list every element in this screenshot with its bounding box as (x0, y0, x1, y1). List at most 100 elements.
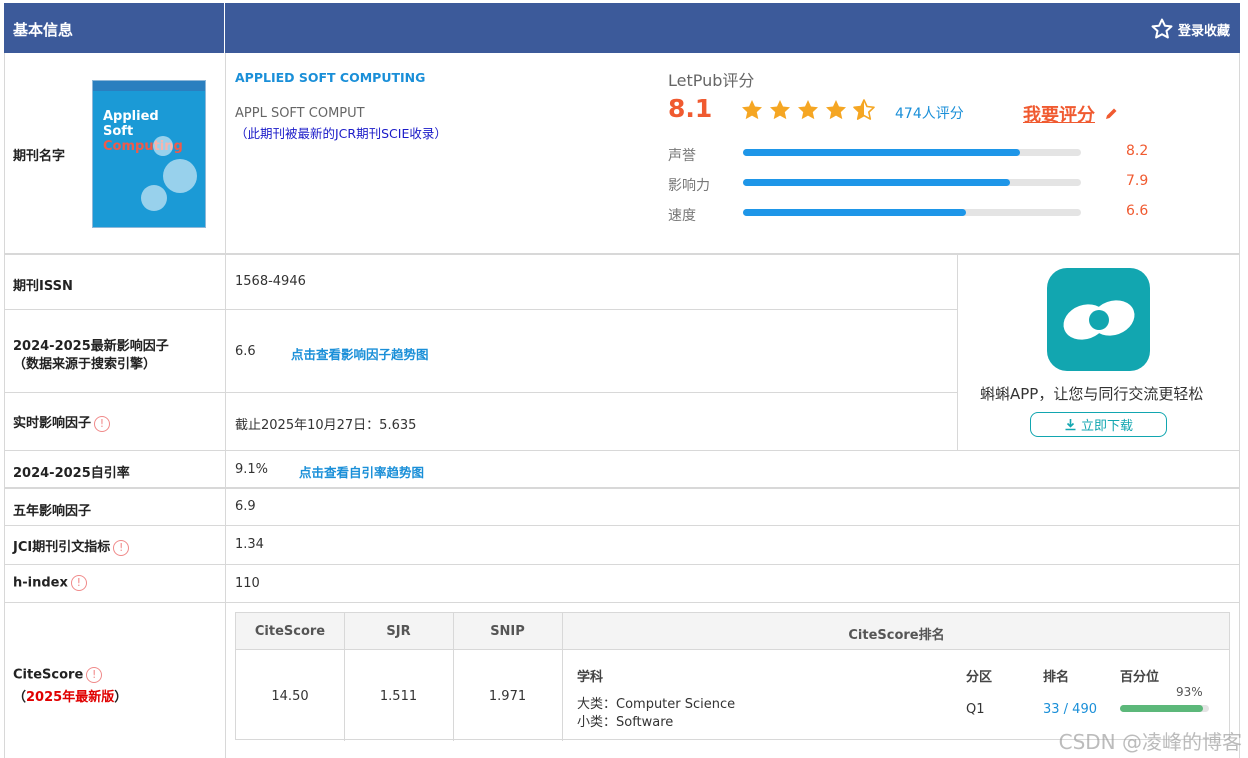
star-filled-icon (770, 100, 790, 120)
citescore-label-text: CiteScore (13, 667, 84, 683)
star-filled-icon (742, 100, 762, 120)
metric-bar (743, 209, 1081, 216)
info-icon[interactable]: ! (70, 575, 87, 591)
impact-factor-label: 2024-2025最新影响因子 (13, 339, 169, 354)
citescore-table: CiteScore SJR SNIP CiteScore排名 14.50 1.5… (235, 612, 1230, 741)
metric-label: 声誉 (668, 148, 696, 164)
watermark: CSDN @凌峰的博客 (1058, 730, 1242, 754)
cover-bubble (163, 159, 197, 193)
rank-value[interactable]: 33 / 490 (1043, 702, 1097, 717)
grid-line (1239, 53, 1240, 758)
favorite-button[interactable]: 登录收藏 (1150, 17, 1230, 41)
metric-bar-fill (743, 179, 1011, 186)
sjr-value: 1.511 (379, 689, 418, 704)
zone-header: 分区 (966, 670, 993, 685)
journal-scie-note: （此期刊被最新的JCR期刊SCIE收录） (235, 126, 447, 141)
info-icon[interactable]: ! (113, 539, 130, 556)
star-half-icon (853, 99, 875, 120)
star-outline-icon (1151, 18, 1173, 39)
grid-line (4, 525, 1240, 526)
grid-line (4, 392, 957, 393)
info-icon[interactable]: ! (94, 415, 111, 432)
citescore-version-text: 2025年最新版 (26, 690, 115, 705)
journal-full-name-link[interactable]: APPLIED SOFT COMPUTING (235, 70, 425, 85)
letpub-title: LetPub评分 (668, 71, 755, 90)
sjr-column-header: SJR (386, 624, 411, 639)
app-slogan: 蝌蝌APP，让您与同行交流更轻松 (980, 385, 1204, 403)
star-filled-icon (798, 100, 818, 120)
grid-line (4, 564, 1240, 565)
subject-header: 学科 (577, 670, 604, 685)
citescore-version-paren: （ (13, 690, 27, 705)
realtime-if-value: 截止2025年10月27日：5.635 (235, 418, 417, 433)
snip-column-header: SNIP (490, 624, 525, 639)
favorite-label: 登录收藏 (1177, 23, 1230, 39)
self-citation-trend-link[interactable]: 点击查看自引率趋势图 (299, 462, 424, 481)
app-logo-icon[interactable] (1047, 268, 1150, 371)
realtime-if-label-text: 实时影响因子 (13, 416, 92, 431)
grid-line (4, 309, 957, 310)
major-subject: 大类：Computer Science (577, 697, 736, 712)
metric-value: 7.9 (1126, 173, 1149, 189)
minor-subject: 小类：Software (577, 715, 674, 730)
cover-bubble (141, 185, 167, 211)
metric-bar (743, 149, 1081, 156)
citescore-column-header: CiteScore (254, 624, 326, 639)
metric-label: 速度 (668, 208, 696, 224)
h-index-label: h-index! (13, 575, 87, 591)
citescore-value: 14.50 (271, 689, 309, 704)
metric-bar-fill (743, 209, 967, 216)
impact-factor-trend-link[interactable]: 点击查看影响因子趋势图 (291, 344, 429, 363)
impact-factor-source: （数据来源于搜索引擎） (13, 357, 157, 372)
cover-bubble (153, 136, 173, 156)
journal-abbr: APPL SOFT COMPUT (235, 106, 365, 121)
journal-cover-image: Applied Soft Computing (92, 80, 206, 228)
grid-line (957, 254, 958, 450)
rate-journal-label: 我要评分 (1023, 105, 1095, 126)
info-icon[interactable]: ! (86, 667, 103, 683)
download-icon (1065, 419, 1076, 431)
h-index-label-text: h-index (13, 575, 68, 591)
impact-factor-value: 6.6 (235, 344, 256, 359)
five-year-if-label: 五年影响因子 (13, 504, 92, 519)
grid-line (4, 487, 1240, 489)
header-bar: 基本信息 登录收藏 (4, 3, 1240, 53)
citescore-label: CiteScore! (13, 667, 103, 683)
reviews-count-link[interactable]: 474人评分 (895, 103, 964, 123)
h-index-value: 110 (235, 576, 260, 591)
letpub-score: 8.1 (668, 94, 713, 123)
ranking-column-header: CiteScore排名 (848, 628, 945, 643)
grid-line (4, 602, 1240, 603)
rate-journal-link[interactable]: 我要评分 (1023, 101, 1119, 127)
metric-label: 影响力 (668, 178, 710, 194)
pencil-icon (1106, 108, 1117, 119)
issn-label: 期刊ISSN (13, 279, 73, 294)
app-logo-graphic (1063, 300, 1135, 340)
citescore-version-paren: ） (114, 690, 128, 705)
zone-value: Q1 (966, 702, 985, 717)
download-button[interactable]: 立即下载 (1030, 412, 1167, 437)
metric-bar (743, 179, 1081, 186)
cover-title-line: Soft (103, 124, 134, 139)
grid-line (4, 450, 1240, 451)
percentile-bar-fill (1120, 705, 1203, 712)
percentile-bar (1120, 705, 1209, 712)
issn-value: 1568-4946 (235, 274, 306, 289)
metric-value: 6.6 (1126, 203, 1149, 219)
rank-header: 排名 (1043, 670, 1070, 685)
percentile-header: 百分位 (1120, 670, 1160, 685)
grid-line (4, 53, 5, 758)
journal-name-label: 期刊名字 (13, 149, 66, 164)
grid-line (4, 253, 1240, 255)
grid-line (225, 53, 226, 758)
jci-value: 1.34 (235, 537, 264, 552)
metric-value: 8.2 (1126, 143, 1149, 159)
jci-label: JCI期刊引文指标! (13, 536, 130, 556)
download-label: 立即下载 (1080, 419, 1133, 434)
metric-bar-fill (743, 149, 1021, 156)
snip-value: 1.971 (488, 689, 527, 704)
star-filled-icon (826, 100, 846, 120)
five-year-if-value: 6.9 (235, 499, 256, 514)
cover-top-strip (93, 81, 205, 91)
jci-label-text: JCI期刊引文指标 (13, 540, 111, 555)
